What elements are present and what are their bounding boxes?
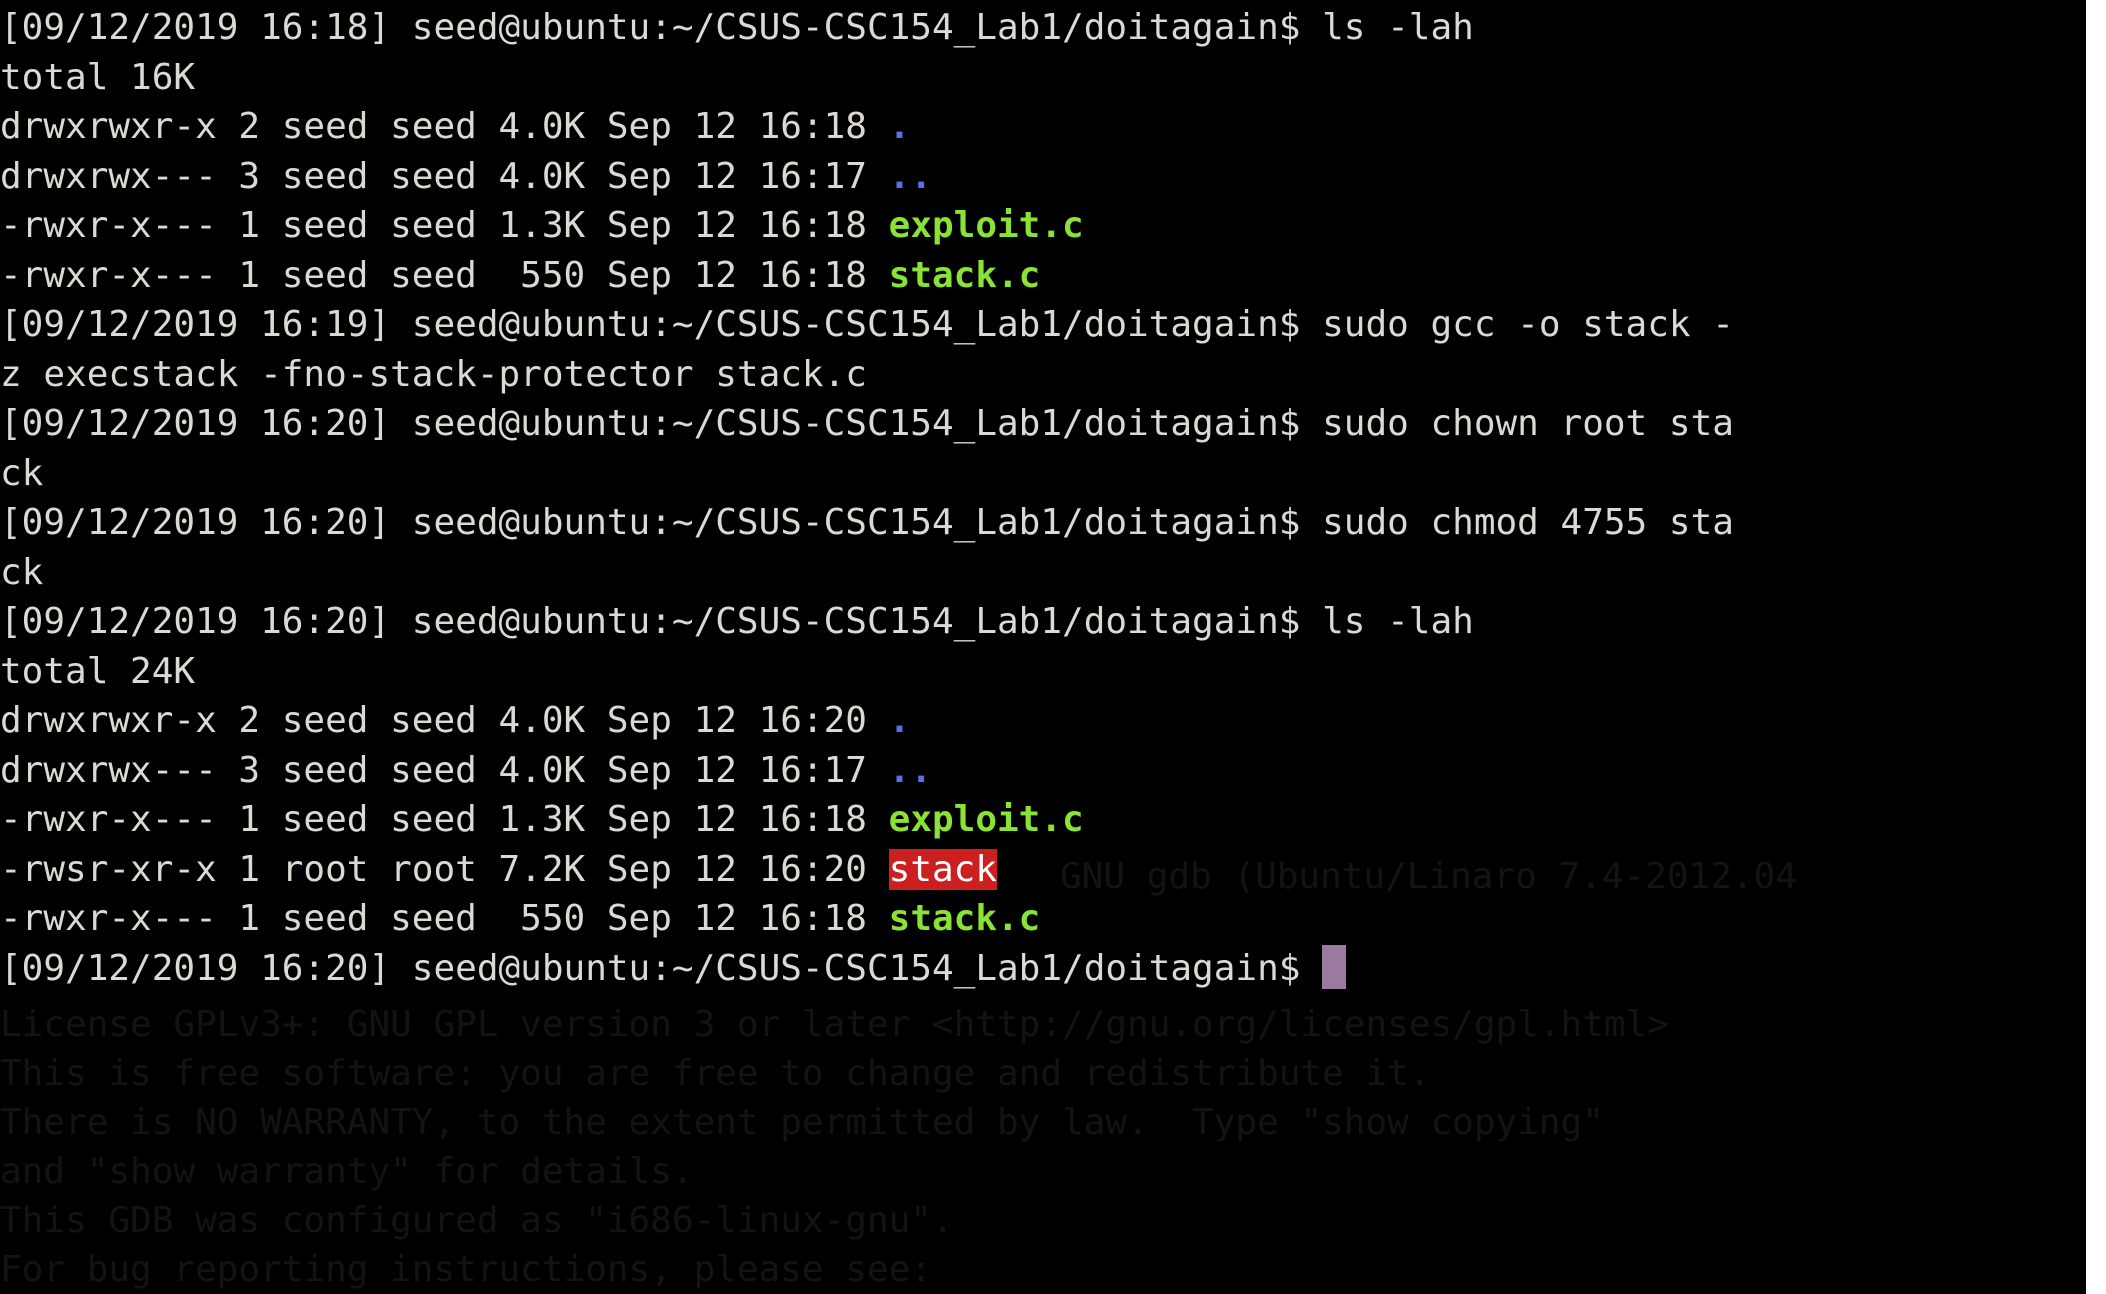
executable-file-name: stack.c [888, 898, 1041, 939]
shell-prompt: [09/12/2019 16:18] seed@ubuntu:~/CSUS-CS… [0, 7, 1323, 48]
file-listing-row: drwxrwxr-x 2 seed seed 4.0K Sep 12 16:18… [0, 102, 2086, 152]
command-text: sudo gcc -o stack - [1322, 304, 1734, 345]
file-listing-row: -rwsr-xr-x 1 root root 7.2K Sep 12 16:20… [0, 845, 2086, 895]
file-listing-row: drwxrwx--- 3 seed seed 4.0K Sep 12 16:17… [0, 152, 2086, 202]
file-metadata: drwxrwxr-x 2 seed seed 4.0K Sep 12 16:20 [0, 700, 889, 741]
terminal-line: total 24K [0, 650, 196, 692]
ghost-text-line: License GPLv3+: GNU GPL version 3 or lat… [0, 1004, 1669, 1045]
shell-prompt: [09/12/2019 16:20] seed@ubuntu:~/CSUS-CS… [0, 502, 1323, 543]
window-edge [2086, 0, 2106, 1294]
terminal-window[interactable]: [09/12/2019 16:18] seed@ubuntu:~/CSUS-CS… [0, 0, 2086, 1294]
file-metadata: -rwxr-x--- 1 seed seed 550 Sep 12 16:18 [0, 898, 889, 939]
terminal-line: [09/12/2019 16:20] seed@ubuntu:~/CSUS-CS… [0, 399, 2086, 449]
terminal-line: ck [0, 551, 44, 593]
file-metadata: -rwxr-x--- 1 seed seed 1.3K Sep 12 16:18 [0, 799, 889, 840]
ghost-text-line: There is NO WARRANTY, to the extent perm… [0, 1102, 1604, 1143]
setuid-file-name: stack [888, 848, 998, 890]
terminal-line: [09/12/2019 16:20] seed@ubuntu:~/CSUS-CS… [0, 498, 2086, 548]
file-metadata: drwxrwx--- 3 seed seed 4.0K Sep 12 16:17 [0, 155, 889, 197]
file-listing-row: -rwxr-x--- 1 seed seed 1.3K Sep 12 16:18… [0, 795, 2086, 845]
file-metadata: drwxrwxr-x 2 seed seed 4.0K Sep 12 16:18 [0, 106, 889, 147]
file-metadata: -rwsr-xr-x 1 root root 7.2K Sep 12 16:20 [0, 848, 889, 890]
ghost-text-line: This GDB was configured as "i686-linux-g… [0, 1200, 954, 1241]
shell-prompt: [09/12/2019 16:20] seed@ubuntu:~/CSUS-CS… [0, 601, 1323, 642]
file-listing-row: drwxrwxr-x 2 seed seed 4.0K Sep 12 16:20… [0, 696, 2086, 746]
terminal-line: ck [0, 452, 44, 494]
executable-file-name: exploit.c [888, 799, 1084, 840]
shell-prompt: [09/12/2019 16:20] seed@ubuntu:~/CSUS-CS… [0, 947, 1323, 989]
file-listing-row: -rwxr-x--- 1 seed seed 550 Sep 12 16:18 … [0, 251, 2086, 301]
shell-prompt: [09/12/2019 16:20] seed@ubuntu:~/CSUS-CS… [0, 403, 1323, 444]
shell-prompt: [09/12/2019 16:19] seed@ubuntu:~/CSUS-CS… [0, 304, 1323, 345]
file-listing-row: drwxrwx--- 3 seed seed 4.0K Sep 12 16:17… [0, 746, 2086, 796]
directory-name: .. [888, 155, 932, 197]
file-metadata: -rwxr-x--- 1 seed seed 1.3K Sep 12 16:18 [0, 205, 889, 246]
terminal-line: [09/12/2019 16:20] seed@ubuntu:~/CSUS-CS… [0, 597, 2086, 647]
terminal-line[interactable]: [09/12/2019 16:20] seed@ubuntu:~/CSUS-CS… [0, 944, 2086, 994]
terminal-line: [09/12/2019 16:18] seed@ubuntu:~/CSUS-CS… [0, 3, 2086, 53]
ghost-text-line: This is free software: you are free to c… [0, 1053, 1431, 1094]
directory-name: . [888, 106, 911, 147]
executable-file-name: exploit.c [888, 205, 1084, 246]
command-text: sudo chmod 4755 sta [1322, 502, 1734, 543]
command-text: ls -lah [1322, 7, 1474, 48]
ghost-text-line: For bug reporting instructions, please s… [0, 1249, 932, 1290]
file-listing-row: -rwxr-x--- 1 seed seed 1.3K Sep 12 16:18… [0, 201, 2086, 251]
executable-file-name: stack.c [888, 254, 1041, 296]
file-metadata: drwxrwx--- 3 seed seed 4.0K Sep 12 16:17 [0, 749, 889, 791]
ghost-text-line: and "show warranty" for details. [0, 1151, 694, 1192]
directory-name: .. [888, 749, 932, 791]
command-text: sudo chown root sta [1322, 403, 1734, 444]
terminal-line: [09/12/2019 16:19] seed@ubuntu:~/CSUS-CS… [0, 300, 2086, 350]
command-text: ls -lah [1322, 601, 1474, 642]
terminal-line: total 16K [0, 56, 196, 98]
terminal-line: z execstack -fno-stack-protector stack.c [0, 353, 867, 395]
text-cursor[interactable] [1322, 944, 1347, 989]
directory-name: . [888, 700, 911, 741]
file-listing-row: -rwxr-x--- 1 seed seed 550 Sep 12 16:18 … [0, 894, 2086, 944]
file-metadata: -rwxr-x--- 1 seed seed 550 Sep 12 16:18 [0, 254, 889, 296]
